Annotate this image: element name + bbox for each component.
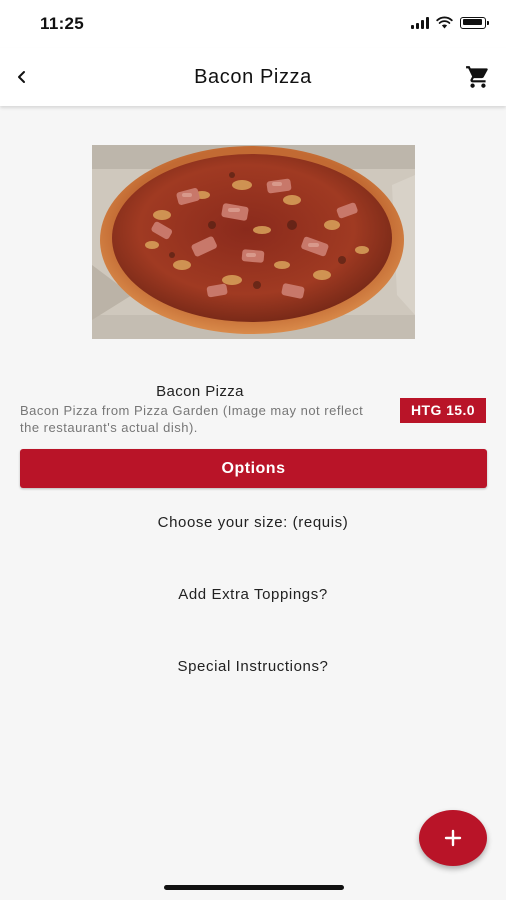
battery-icon	[460, 16, 489, 29]
product-description: Bacon Pizza from Pizza Garden (Image may…	[20, 403, 364, 435]
back-button[interactable]	[6, 61, 38, 93]
app-bar: Bacon Pizza	[0, 48, 506, 106]
price-badge: HTG 15.0	[400, 398, 486, 423]
size-option[interactable]: Choose your size: (requis)	[0, 514, 506, 531]
wifi-icon	[436, 16, 453, 29]
home-indicator	[164, 885, 344, 890]
options-button[interactable]: Options	[20, 449, 487, 488]
add-to-cart-button[interactable]	[419, 810, 487, 866]
status-time: 11:25	[40, 14, 85, 33]
product-image	[92, 145, 415, 339]
signal-icon	[411, 16, 429, 29]
status-bar: 11:25	[0, 0, 506, 48]
shopping-cart-icon	[466, 66, 488, 88]
product-name: Bacon Pizza	[156, 383, 244, 400]
status-icons	[411, 16, 489, 29]
extra-toppings-option[interactable]: Add Extra Toppings?	[0, 586, 506, 603]
bacon-pizza-photo	[92, 145, 415, 339]
cart-button[interactable]	[462, 61, 494, 93]
plus-icon	[444, 829, 462, 847]
page-title: Bacon Pizza	[194, 66, 312, 88]
chevron-left-icon	[18, 71, 25, 83]
special-instructions-option[interactable]: Special Instructions?	[0, 658, 506, 675]
